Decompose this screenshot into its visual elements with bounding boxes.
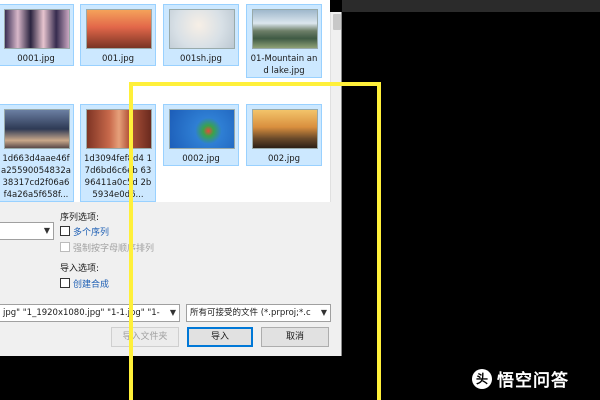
file-tile[interactable]: 001.jpg: [80, 4, 156, 66]
thumbnail-woman-sunset: [86, 9, 152, 49]
multi-sequence-option[interactable]: 多个序列: [60, 225, 110, 238]
thumbnail-city-street: [4, 109, 70, 149]
file-tile[interactable]: 1d663d4aae46f a25590054832a 38317cd2f06a…: [0, 104, 74, 202]
create-composition-checkbox[interactable]: [60, 278, 70, 288]
sequence-options-label: 序列选项:: [60, 213, 100, 223]
highlight-rectangle: [129, 82, 381, 400]
file-tile[interactable]: 0001.jpg: [0, 4, 74, 66]
create-composition-option[interactable]: 创建合成: [60, 277, 110, 290]
thumbnail-girls-group: [4, 9, 70, 49]
create-composition-text: 创建合成: [73, 279, 110, 290]
force-alphabetical-checkbox: [60, 242, 70, 252]
multi-sequence-text: 多个序列: [73, 227, 110, 238]
import-options-label: 导入选项:: [60, 264, 100, 274]
thumbnail-mountain-lake: [252, 9, 318, 49]
watermark-text: 悟空问答: [497, 371, 569, 391]
thumbnail-woman-soft-light: [169, 9, 235, 49]
multi-sequence-checkbox[interactable]: [60, 226, 70, 236]
file-name: 001sh.jpg: [180, 54, 222, 64]
dialog-corner: [330, 0, 342, 12]
chevron-down-icon: ▼: [43, 226, 50, 235]
file-name: 001.jpg: [101, 54, 135, 64]
watermark: 头 悟空问答: [472, 366, 569, 391]
file-name: 0001.jpg: [17, 54, 55, 64]
file-tile[interactable]: 01-Mountain and lake.jpg: [246, 4, 322, 78]
file-name: 1d663d4aae46f a25590054832a 38317cd2f06a…: [1, 154, 71, 200]
view-select[interactable]: ▼: [0, 222, 54, 240]
watermark-logo-icon: 头: [472, 368, 492, 389]
scroll-thumb[interactable]: [333, 14, 341, 30]
file-tile[interactable]: 001sh.jpg: [163, 4, 239, 66]
file-name: 01-Mountain and lake.jpg: [250, 54, 318, 76]
